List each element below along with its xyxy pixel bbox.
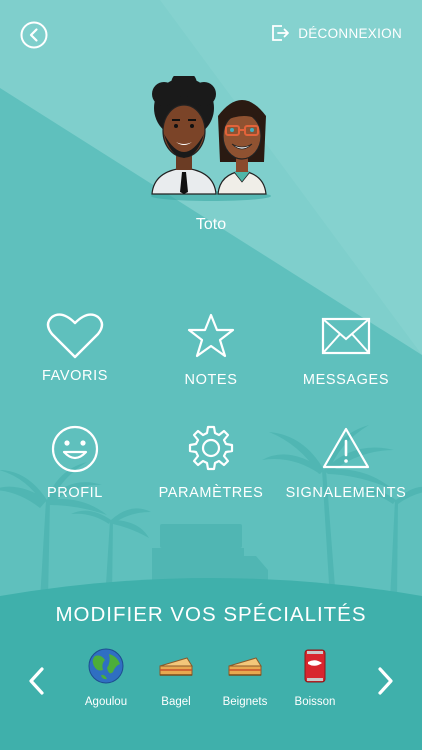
star-icon: [187, 313, 235, 358]
specialite-label: Agoulou: [84, 696, 128, 708]
chevron-left-icon[interactable]: [26, 666, 48, 696]
specialites-title: MODIFIER VOS SPÉCIALITÉS: [55, 603, 367, 626]
globe-icon: [88, 648, 124, 684]
warning-icon: [322, 427, 370, 469]
specialite-label: Boisson: [294, 696, 336, 708]
specialite-item[interactable]: Bagel: [139, 648, 213, 708]
menu-notes-label: NOTES: [184, 372, 238, 388]
specialite-label: Bagel: [161, 696, 191, 708]
heart-icon: [46, 313, 104, 359]
menu-messages-label: MESSAGES: [302, 372, 390, 388]
cake-slice-icon: [159, 657, 193, 676]
menu-profil[interactable]: PROFIL: [5, 424, 145, 501]
logout-icon: [272, 25, 290, 41]
specialite-label: Beignets: [222, 696, 268, 708]
menu-parametres[interactable]: PARAMÈTRES: [141, 424, 281, 501]
avatar[interactable]: [146, 76, 276, 202]
menu-signalements[interactable]: SIGNALEMENTS: [276, 426, 416, 501]
menu-notes[interactable]: NOTES: [141, 312, 281, 388]
menu-favoris[interactable]: FAVORIS: [5, 312, 145, 384]
envelope-icon: [321, 317, 371, 355]
specialite-item[interactable]: Boisson: [278, 648, 352, 708]
gear-icon: [188, 425, 234, 471]
logout-label: DÉCONNEXION: [298, 25, 402, 41]
specialite-item[interactable]: Beignets: [208, 648, 282, 708]
back-button[interactable]: [20, 21, 48, 49]
menu-signalements-label: SIGNALEMENTS: [285, 485, 407, 501]
username: Toto: [195, 216, 227, 233]
menu-profil-label: PROFIL: [47, 485, 103, 501]
menu-favoris-label: FAVORIS: [42, 368, 108, 384]
smiley-icon: [51, 425, 99, 473]
profile-screen: DÉCONNEXION Toto FAVORIS NOTES MESSAGES …: [0, 0, 422, 750]
chevron-right-icon[interactable]: [374, 666, 396, 696]
logout-button[interactable]: DÉCONNEXION: [270, 22, 402, 44]
specialite-item[interactable]: Agoulou: [69, 648, 143, 708]
menu-parametres-label: PARAMÈTRES: [158, 485, 264, 501]
cake-slice-icon: [228, 657, 262, 676]
soda-can-icon: [304, 649, 326, 683]
menu-messages[interactable]: MESSAGES: [276, 317, 416, 388]
